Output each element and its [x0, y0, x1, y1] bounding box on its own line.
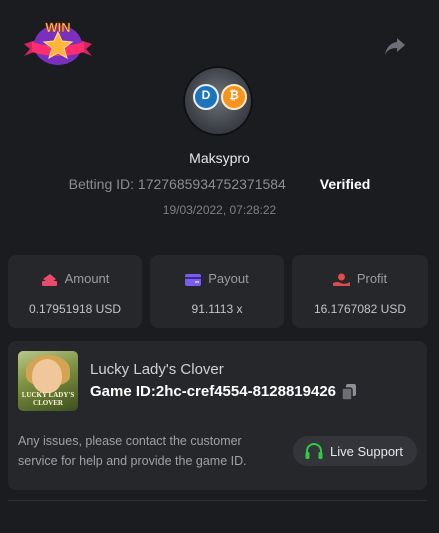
divider	[8, 500, 427, 501]
game-card: LUCKY LADY'S CLOVER Lucky Lady's Clover …	[8, 341, 427, 490]
share-icon[interactable]	[384, 36, 406, 56]
live-support-button[interactable]: Live Support	[293, 436, 417, 466]
betting-id: Betting ID: 1727685934752371584	[68, 176, 286, 192]
live-support-label: Live Support	[330, 444, 403, 459]
profit-value: 16.1767082 USD	[313, 302, 407, 316]
game-id-text: Game ID:2hc-cref4554-8128819426	[90, 383, 336, 400]
amount-card: Amount 0.17951918 USD	[8, 255, 142, 328]
dash-coin-icon: D	[193, 84, 219, 110]
avatar: D ₿	[183, 66, 253, 136]
payout-icon	[185, 273, 202, 286]
amount-value: 0.17951918 USD	[28, 302, 122, 316]
amount-icon	[41, 273, 57, 286]
bitcoin-coin-icon: ₿	[221, 84, 247, 110]
win-badge-logo: WIN	[24, 20, 92, 65]
payout-value: 91.1113 x	[191, 302, 243, 316]
payout-label: Payout	[208, 271, 249, 286]
game-id: Game ID:2hc-cref4554-8128819426	[90, 383, 356, 401]
profit-card: Profit 16.1767082 USD	[292, 255, 428, 328]
username: Maksypro	[189, 150, 250, 166]
profit-icon	[332, 273, 350, 286]
game-name: Lucky Lady's Clover	[90, 361, 224, 378]
headset-icon	[305, 443, 323, 459]
payout-card: Payout 91.1113 x	[150, 255, 284, 328]
game-thumbnail-logo: LUCKY LADY'S CLOVER	[21, 391, 75, 407]
bet-datetime: 19/03/2022, 07:28:22	[162, 203, 277, 217]
betting-info: Betting ID: 1727685934752371584 Verified	[0, 176, 439, 192]
support-message: Any issues, please contact the customer …	[18, 434, 247, 468]
game-thumbnail[interactable]: LUCKY LADY'S CLOVER	[18, 351, 78, 411]
amount-label: Amount	[64, 271, 110, 286]
verified-badge: Verified	[319, 176, 371, 192]
profit-label: Profit	[356, 271, 388, 286]
win-badge-text: WIN	[45, 20, 70, 35]
copy-icon[interactable]	[342, 384, 356, 401]
